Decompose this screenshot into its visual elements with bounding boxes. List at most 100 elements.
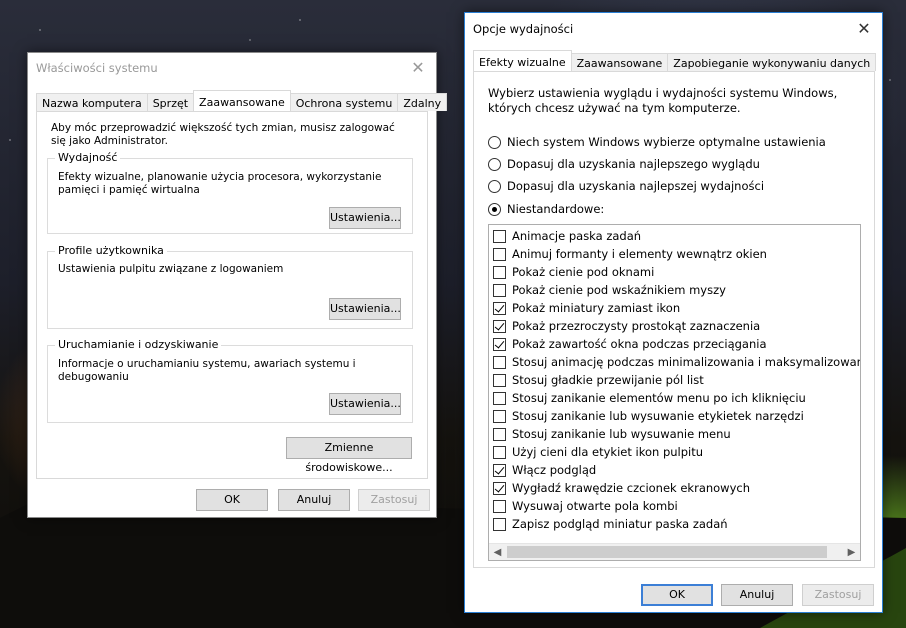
group-description: Ustawienia pulpitu związane z logowaniem (58, 263, 284, 275)
cancel-button[interactable]: Anuluj (721, 584, 793, 606)
ok-button[interactable]: OK (196, 489, 268, 511)
window-title: Właściwości systemu (36, 61, 158, 75)
tab-advanced[interactable]: Zaawansowane (570, 53, 669, 71)
startup-recovery-settings-button[interactable]: Ustawienia... (329, 393, 401, 415)
effect-item[interactable]: Stosuj animację podczas minimalizowania … (489, 353, 860, 371)
tab-hardware[interactable]: Sprzęt (146, 93, 195, 111)
chevron-right-icon[interactable]: ▶ (843, 544, 860, 560)
radio-label: Dopasuj dla uzyskania najlepszej wydajno… (507, 179, 765, 193)
close-icon[interactable]: ✕ (854, 19, 874, 39)
group-title: Profile użytkownika (55, 244, 167, 257)
visual-effects-panel: Wybierz ustawienia wyglądu i wydajności … (473, 71, 875, 568)
radio-button[interactable] (488, 179, 501, 193)
effect-label: Pokaż przezroczysty prostokąt zaznaczeni… (512, 319, 761, 333)
effect-item[interactable]: Stosuj gładkie przewijanie pól list (489, 371, 860, 389)
effect-label: Stosuj zanikanie lub wysuwanie menu (512, 427, 731, 441)
effects-list[interactable]: Animacje paska zadań Animuj formanty i el… (488, 224, 861, 561)
effect-item[interactable]: Animacje paska zadań (489, 227, 860, 245)
effect-checkbox[interactable] (493, 445, 506, 459)
effects-rows: Animacje paska zadań Animuj formanty i el… (489, 225, 860, 533)
radio-label: Dopasuj dla uzyskania najlepszego wygląd… (507, 157, 760, 171)
effect-item[interactable]: Pokaż cienie pod wskaźnikiem myszy (489, 281, 860, 299)
effect-item[interactable]: Pokaż miniatury zamiast ikon (489, 299, 860, 317)
effect-label: Pokaż miniatury zamiast ikon (512, 301, 681, 315)
effect-checkbox[interactable] (493, 391, 506, 405)
effect-checkbox[interactable] (493, 283, 506, 297)
radio-best-appearance[interactable]: Dopasuj dla uzyskania najlepszego wygląd… (488, 157, 760, 171)
tab-remote[interactable]: Zdalny (397, 93, 448, 111)
tab-strip: Efekty wizualne Zaawansowane Zapobiegani… (473, 50, 877, 71)
effect-item[interactable]: Zapisz podgląd miniatur paska zadań (489, 515, 860, 533)
effect-checkbox[interactable] (493, 265, 506, 279)
chevron-left-icon[interactable]: ◀ (489, 544, 506, 560)
effect-item[interactable]: Pokaż cienie pod oknami (489, 263, 860, 281)
effect-label: Animuj formanty i elementy wewnątrz okie… (512, 247, 767, 261)
radio-custom[interactable]: Niestandardowe: (488, 202, 604, 216)
effect-label: Wysuwaj otwarte pola kombi (512, 499, 678, 513)
radio-button[interactable] (488, 135, 501, 149)
group-description: Efekty wizualne, planowanie użycia proce… (58, 171, 382, 196)
horizontal-scrollbar[interactable]: ◀ ▶ (489, 543, 860, 560)
tab-visual-effects[interactable]: Efekty wizualne (473, 50, 572, 71)
effect-label: Stosuj gładkie przewijanie pól list (512, 373, 704, 387)
ok-button[interactable]: OK (641, 584, 713, 606)
group-description: Informacje o uruchamianiu systemu, awari… (58, 358, 356, 383)
radio-best-performance[interactable]: Dopasuj dla uzyskania najlepszej wydajno… (488, 179, 764, 193)
effect-checkbox[interactable] (493, 337, 506, 351)
effect-item[interactable]: Animuj formanty i elementy wewnątrz okie… (489, 245, 860, 263)
effect-checkbox[interactable] (493, 481, 506, 495)
effect-item[interactable]: Wysuwaj otwarte pola kombi (489, 497, 860, 515)
effect-label: Zapisz podgląd miniatur paska zadań (512, 517, 728, 531)
apply-button[interactable]: Zastosuj (358, 489, 430, 511)
radio-let-windows-choose[interactable]: Niech system Windows wybierze optymalne … (488, 135, 826, 149)
effect-checkbox[interactable] (493, 373, 506, 387)
effect-item[interactable]: Wygładź krawędzie czcionek ekranowych (489, 479, 860, 497)
startup-recovery-group: Uruchamianie i odzyskiwanie Informacje o… (47, 338, 413, 423)
effect-checkbox[interactable] (493, 355, 506, 369)
radio-button[interactable] (488, 157, 501, 171)
effect-checkbox[interactable] (493, 499, 506, 513)
effect-checkbox[interactable] (493, 409, 506, 423)
user-profiles-group: Profile użytkownika Ustawienia pulpitu z… (47, 244, 413, 329)
effect-label: Stosuj zanikanie lub wysuwanie etykietek… (512, 409, 804, 423)
window-title: Opcje wydajności (473, 22, 574, 36)
performance-group: Wydajność Efekty wizualne, planowanie uż… (47, 151, 413, 234)
effect-checkbox[interactable] (493, 463, 506, 477)
apply-button[interactable]: Zastosuj (802, 584, 874, 606)
scrollbar-thumb[interactable] (507, 546, 827, 558)
effect-item[interactable]: Pokaż przezroczysty prostokąt zaznaczeni… (489, 317, 860, 335)
radio-label: Niestandardowe: (507, 202, 605, 216)
effect-label: Stosuj zanikanie elementów menu po ich k… (512, 391, 806, 405)
effect-label: Pokaż zawartość okna podczas przeciągani… (512, 337, 767, 351)
effect-checkbox[interactable] (493, 319, 506, 333)
effect-item[interactable]: Włącz podgląd (489, 461, 860, 479)
tab-dep[interactable]: Zapobieganie wykonywaniu danych (667, 53, 877, 71)
effect-checkbox[interactable] (493, 247, 506, 261)
user-profiles-settings-button[interactable]: Ustawienia... (329, 298, 401, 320)
close-icon[interactable]: ✕ (408, 58, 428, 78)
performance-options-window: Opcje wydajności ✕ Efekty wizualne Zaawa… (464, 12, 883, 613)
effect-label: Stosuj animację podczas minimalizowania … (512, 355, 861, 369)
effect-label: Włącz podgląd (512, 463, 597, 477)
radio-button[interactable] (488, 202, 501, 216)
intro-text: Wybierz ustawienia wyglądu i wydajności … (488, 86, 838, 115)
environment-variables-button[interactable]: Zmienne środowiskowe... (286, 437, 412, 474)
tab-computer-name[interactable]: Nazwa komputera (36, 93, 148, 111)
effect-checkbox[interactable] (493, 229, 506, 243)
tab-advanced[interactable]: Zaawansowane (193, 90, 291, 111)
cancel-button[interactable]: Anuluj (278, 489, 350, 511)
tab-strip: Nazwa komputera Sprzęt Zaawansowane Ochr… (36, 90, 448, 111)
performance-settings-button[interactable]: Ustawienia... (329, 207, 401, 229)
effect-checkbox[interactable] (493, 301, 506, 315)
effect-checkbox[interactable] (493, 427, 506, 441)
radio-label: Niech system Windows wybierze optymalne … (507, 135, 826, 149)
effect-item[interactable]: Użyj cieni dla etykiet ikon pulpitu (489, 443, 860, 461)
effect-item[interactable]: Pokaż zawartość okna podczas przeciągani… (489, 335, 860, 353)
effect-item[interactable]: Stosuj zanikanie lub wysuwanie menu (489, 425, 860, 443)
titlebar: Właściwości systemu ✕ (28, 53, 436, 83)
effect-item[interactable]: Stosuj zanikanie elementów menu po ich k… (489, 389, 860, 407)
effect-label: Użyj cieni dla etykiet ikon pulpitu (512, 445, 704, 459)
tab-system-protection[interactable]: Ochrona systemu (289, 93, 399, 111)
effect-checkbox[interactable] (493, 517, 506, 531)
effect-item[interactable]: Stosuj zanikanie lub wysuwanie etykietek… (489, 407, 860, 425)
